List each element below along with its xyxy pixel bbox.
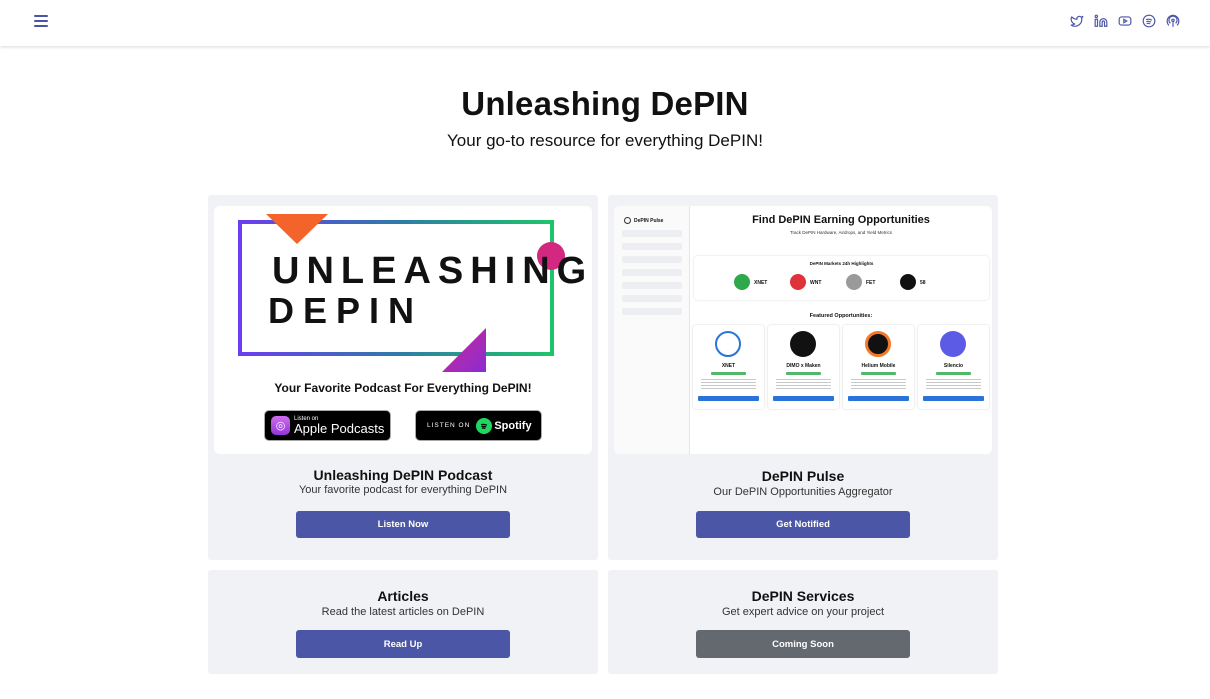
dimo-logo-icon bbox=[790, 331, 816, 357]
cover-title-line-1: UNLEASHING bbox=[272, 250, 592, 292]
preview-nav-item bbox=[622, 269, 682, 276]
page-subtitle: Your go-to resource for everything DePIN… bbox=[447, 131, 763, 150]
twitter-icon[interactable] bbox=[1070, 14, 1084, 28]
apple-podcasts-icon: ◎ bbox=[271, 416, 290, 435]
plus-icon bbox=[900, 274, 916, 290]
pulse-logo-icon bbox=[624, 217, 631, 224]
highlight-label: FET bbox=[866, 280, 876, 286]
podcast-card: UNLEASHING DEPIN Your Favorite Podcast F… bbox=[208, 195, 598, 560]
listen-now-button[interactable]: Listen Now bbox=[296, 511, 510, 538]
opportunity-name: DIMO x Maken bbox=[786, 363, 821, 369]
spotify-badge-small-text: LISTEN ON bbox=[427, 422, 471, 429]
opportunity-reward-bar bbox=[711, 372, 746, 375]
apple-podcasts-badge[interactable]: ◎ Listen on Apple Podcasts bbox=[264, 410, 391, 441]
cover-title-line-2: DEPIN bbox=[268, 290, 424, 331]
preview-opportunity-card: DIMO x Maken bbox=[768, 325, 839, 409]
preview-opportunity-card: Silencio bbox=[918, 325, 989, 409]
opportunity-action-bar bbox=[848, 396, 909, 401]
preview-nav-item bbox=[622, 256, 682, 263]
spotify-logo-icon bbox=[476, 417, 493, 434]
pulse-card-title: DePIN Pulse bbox=[761, 468, 845, 484]
spotify-icon[interactable] bbox=[1142, 14, 1156, 28]
articles-card-subtitle: Read the latest articles on DePIN bbox=[321, 606, 485, 618]
linkedin-icon[interactable] bbox=[1094, 14, 1108, 28]
opportunity-name: Helium Mobile bbox=[861, 363, 896, 369]
services-card: DePIN Services Get expert advice on your… bbox=[608, 570, 998, 674]
silencio-logo-icon bbox=[940, 331, 966, 357]
opportunity-action-bar bbox=[923, 396, 984, 401]
opportunity-name: Silencio bbox=[943, 363, 964, 369]
preview-nav-item bbox=[622, 230, 682, 237]
pulse-preview-image[interactable]: DePIN Pulse Find DePIN Earning Opportuni… bbox=[614, 206, 992, 454]
preview-nav-item bbox=[622, 282, 682, 289]
volume-icon bbox=[846, 274, 862, 290]
opportunity-description bbox=[851, 379, 906, 391]
top-navbar bbox=[0, 0, 1210, 46]
articles-card: Articles Read the latest articles on DeP… bbox=[208, 570, 598, 674]
highlight-label: 58 bbox=[920, 280, 926, 286]
opportunity-description bbox=[776, 379, 831, 391]
apple-badge-big-text: Apple Podcasts bbox=[294, 421, 385, 436]
opportunity-action-bar bbox=[773, 396, 834, 401]
get-notified-button[interactable]: Get Notified bbox=[696, 511, 910, 538]
preview-nav-item bbox=[622, 308, 682, 315]
cover-tagline: Your Favorite Podcast For Everything DeP… bbox=[274, 381, 532, 395]
trend-down-icon bbox=[790, 274, 806, 290]
podcast-cover-image[interactable]: UNLEASHING DEPIN Your Favorite Podcast F… bbox=[214, 206, 592, 454]
services-card-title: DePIN Services bbox=[751, 588, 855, 604]
opportunity-action-bar bbox=[698, 396, 759, 401]
podcast-card-title: Unleashing DePIN Podcast bbox=[313, 467, 493, 483]
spotify-badge-big-text: Spotify bbox=[494, 419, 532, 432]
preview-opportunity-card: XNET bbox=[693, 325, 764, 409]
read-up-button[interactable]: Read Up bbox=[296, 630, 510, 658]
preview-sidebar: DePIN Pulse bbox=[614, 206, 690, 454]
trend-up-icon bbox=[734, 274, 750, 290]
helium-logo-icon bbox=[865, 331, 891, 357]
opportunity-name: XNET bbox=[721, 363, 736, 369]
opportunity-description bbox=[701, 379, 756, 391]
coming-soon-button[interactable]: Coming Soon bbox=[696, 630, 910, 658]
orange-triangle-shape bbox=[266, 214, 328, 244]
youtube-icon[interactable] bbox=[1118, 14, 1132, 28]
podcast-icon[interactable] bbox=[1166, 14, 1180, 28]
preview-featured-title: Featured Opportunities: bbox=[809, 313, 873, 319]
page-title: Unleashing DePIN bbox=[461, 85, 749, 122]
services-card-subtitle: Get expert advice on your project bbox=[721, 606, 885, 618]
opportunity-reward-bar bbox=[861, 372, 896, 375]
highlight-label: XNET bbox=[754, 280, 768, 286]
preview-highlights-panel: DePIN Markets 24h Highlights XNET WNT FE… bbox=[694, 256, 989, 300]
preview-brand: DePIN Pulse bbox=[634, 218, 664, 224]
preview-opportunity-card: Helium Mobile bbox=[843, 325, 914, 409]
preview-heading: Find DePIN Earning Opportunities bbox=[752, 214, 930, 226]
hamburger-menu-icon[interactable] bbox=[34, 15, 48, 29]
opportunity-reward-bar bbox=[786, 372, 821, 375]
preview-nav-item bbox=[622, 243, 682, 250]
articles-card-title: Articles bbox=[377, 588, 429, 604]
opportunity-description bbox=[926, 379, 981, 391]
pulse-card-subtitle: Our DePIN Opportunities Aggregator bbox=[713, 486, 893, 498]
spotify-badge[interactable]: LISTEN ON Spotify bbox=[415, 410, 542, 441]
preview-subheading: Track DePIN Hardware, Airdrops, and Yiel… bbox=[789, 230, 893, 235]
preview-highlights-title: DePIN Markets 24h Highlights bbox=[809, 261, 874, 266]
xnet-logo-icon bbox=[715, 331, 741, 357]
highlight-label: WNT bbox=[810, 280, 822, 286]
pulse-card: DePIN Pulse Find DePIN Earning Opportuni… bbox=[608, 195, 998, 560]
opportunity-reward-bar bbox=[936, 372, 971, 375]
social-links bbox=[1070, 14, 1180, 28]
podcast-card-subtitle: Your favorite podcast for everything DeP… bbox=[298, 484, 508, 496]
preview-nav-item bbox=[622, 295, 682, 302]
